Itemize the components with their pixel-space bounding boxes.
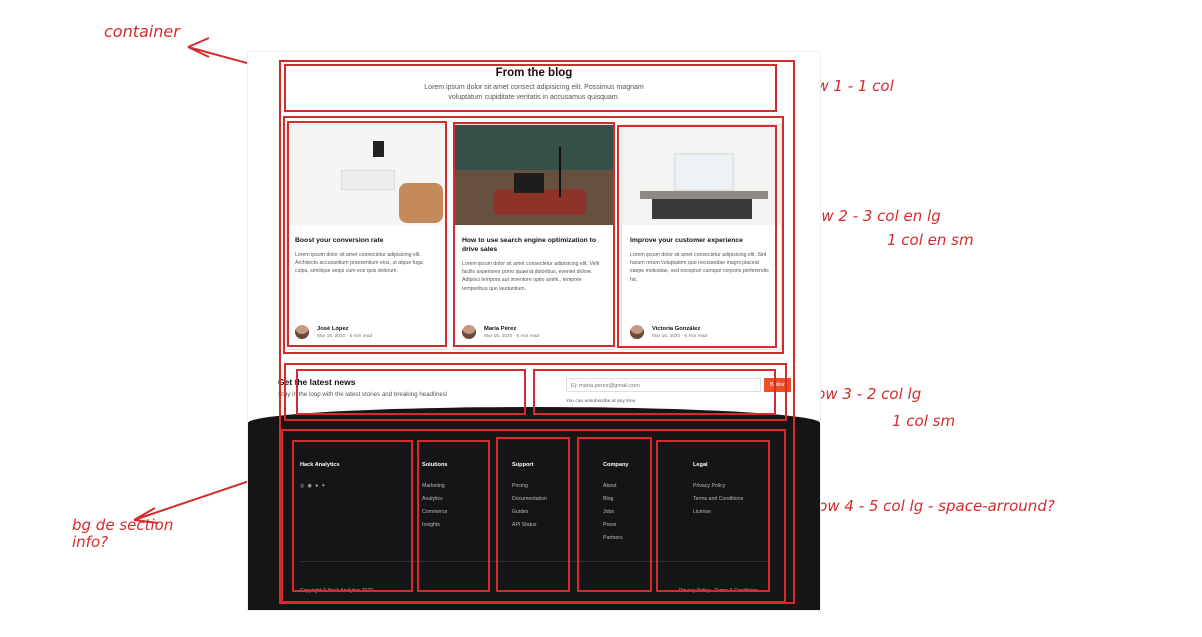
card-3-outline <box>617 125 777 348</box>
newsletter-right-outline <box>533 369 776 415</box>
footer-col-5-outline <box>656 440 770 592</box>
card-2-outline <box>453 122 615 347</box>
annotation-container: container <box>104 22 180 41</box>
annotation-row-3-lg: row 3 - 2 col lg <box>810 385 922 403</box>
footer-col-3-outline <box>496 437 570 592</box>
footer-col-1-outline <box>292 440 413 592</box>
annotation-bg: bg de section info? <box>72 516 174 552</box>
newsletter-left-outline <box>296 369 526 415</box>
footer-col-2-outline <box>417 440 490 592</box>
card-1-outline <box>287 121 447 347</box>
row-1-outline <box>284 64 777 112</box>
annotation-bg-line1: bg de section <box>72 516 174 534</box>
footer-col-4-outline <box>577 437 652 592</box>
annotation-row-3-sm: 1 col sm <box>892 412 956 430</box>
annotation-row-4: row 4 - 5 col lg - space-arround? <box>812 497 1055 515</box>
annotation-row-2-sm: 1 col en sm <box>887 231 974 249</box>
annotation-row-2-lg: row 2 - 3 col en lg <box>806 207 941 225</box>
annotation-bg-line2: info? <box>72 533 109 552</box>
